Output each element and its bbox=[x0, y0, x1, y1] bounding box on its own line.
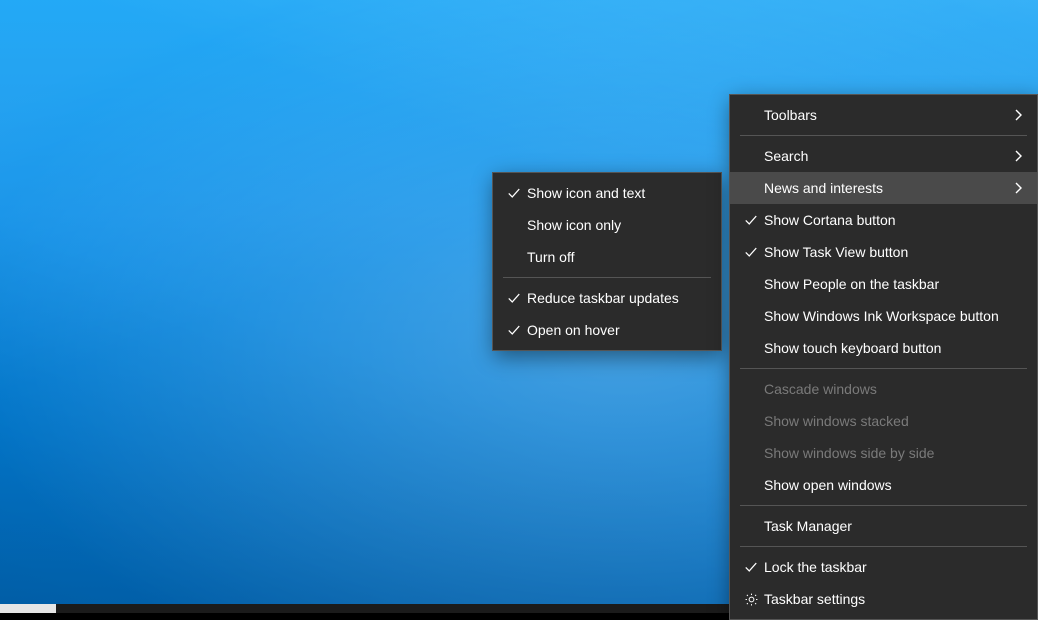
taskbar-menu-item-show-touch-keyboard-button[interactable]: Show touch keyboard button bbox=[730, 332, 1037, 364]
start-button-area[interactable] bbox=[0, 604, 56, 613]
check-icon bbox=[507, 291, 521, 305]
submenu-indicator bbox=[1009, 182, 1023, 194]
taskbar-menu-item-show-task-view-button[interactable]: Show Task View button bbox=[730, 236, 1037, 268]
menu-item-label: Show Windows Ink Workspace button bbox=[764, 308, 1019, 324]
gear-icon bbox=[744, 592, 759, 607]
taskbar-menu-item-show-cortana-button[interactable]: Show Cortana button bbox=[730, 204, 1037, 236]
menu-item-label: News and interests bbox=[764, 180, 1009, 196]
submenu-item-reduce-taskbar-updates[interactable]: Reduce taskbar updates bbox=[493, 282, 721, 314]
menu-item-label: Show open windows bbox=[764, 477, 1009, 493]
menu-item-label: Show windows stacked bbox=[764, 413, 1009, 429]
menu-item-icon-slot bbox=[501, 323, 527, 337]
taskbar-context-menu: Toolbars Search News and interests Show Cor… bbox=[729, 94, 1038, 620]
menu-item-icon-slot bbox=[501, 186, 527, 200]
taskbar-menu-item-toolbars[interactable]: Toolbars bbox=[730, 99, 1037, 131]
menu-item-label: Show Task View button bbox=[764, 244, 1009, 260]
menu-item-label: Turn off bbox=[527, 249, 693, 265]
menu-separator bbox=[740, 135, 1027, 136]
menu-item-label: Reduce taskbar updates bbox=[527, 290, 699, 306]
taskbar-menu-item-lock-the-taskbar[interactable]: Lock the taskbar bbox=[730, 551, 1037, 583]
taskbar-menu-item-task-manager[interactable]: Task Manager bbox=[730, 510, 1037, 542]
menu-separator bbox=[503, 277, 711, 278]
menu-item-icon-slot bbox=[738, 560, 764, 574]
menu-item-label: Taskbar settings bbox=[764, 591, 1009, 607]
menu-item-icon-slot bbox=[738, 245, 764, 259]
news-and-interests-submenu: Show icon and text Show icon only Turn off… bbox=[492, 172, 722, 351]
submenu-indicator bbox=[1009, 150, 1023, 162]
menu-item-icon-slot bbox=[501, 291, 527, 305]
menu-item-label: Search bbox=[764, 148, 1009, 164]
menu-separator bbox=[740, 505, 1027, 506]
chevron-right-icon bbox=[1015, 150, 1023, 162]
submenu-item-show-icon-and-text[interactable]: Show icon and text bbox=[493, 177, 721, 209]
submenu-item-show-icon-only[interactable]: Show icon only bbox=[493, 209, 721, 241]
taskbar-menu-item-show-windows-ink-workspace-button[interactable]: Show Windows Ink Workspace button bbox=[730, 300, 1037, 332]
taskbar-menu-item-show-open-windows[interactable]: Show open windows bbox=[730, 469, 1037, 501]
chevron-right-icon bbox=[1015, 109, 1023, 121]
menu-item-label: Show windows side by side bbox=[764, 445, 1009, 461]
menu-item-label: Toolbars bbox=[764, 107, 1009, 123]
menu-item-label: Show touch keyboard button bbox=[764, 340, 1009, 356]
taskbar-menu-item-show-people-on-the-taskbar[interactable]: Show People on the taskbar bbox=[730, 268, 1037, 300]
menu-item-label: Show Cortana button bbox=[764, 212, 1009, 228]
menu-item-label: Cascade windows bbox=[764, 381, 1009, 397]
taskbar-menu-item-search[interactable]: Search bbox=[730, 140, 1037, 172]
submenu-item-open-on-hover[interactable]: Open on hover bbox=[493, 314, 721, 346]
menu-item-label: Task Manager bbox=[764, 518, 1009, 534]
menu-item-icon-slot bbox=[738, 592, 764, 607]
check-icon bbox=[744, 213, 758, 227]
menu-item-label: Lock the taskbar bbox=[764, 559, 1009, 575]
taskbar-menu-item-taskbar-settings[interactable]: Taskbar settings bbox=[730, 583, 1037, 615]
check-icon bbox=[744, 245, 758, 259]
menu-item-label: Open on hover bbox=[527, 322, 693, 338]
menu-item-label: Show icon only bbox=[527, 217, 693, 233]
check-icon bbox=[507, 186, 521, 200]
chevron-right-icon bbox=[1015, 182, 1023, 194]
taskbar-menu-item-news-and-interests[interactable]: News and interests bbox=[730, 172, 1037, 204]
check-icon bbox=[744, 560, 758, 574]
taskbar-menu-item-cascade-windows: Cascade windows bbox=[730, 373, 1037, 405]
menu-separator bbox=[740, 546, 1027, 547]
menu-item-label: Show People on the taskbar bbox=[764, 276, 1009, 292]
submenu-item-turn-off[interactable]: Turn off bbox=[493, 241, 721, 273]
taskbar-menu-item-show-windows-side-by-side: Show windows side by side bbox=[730, 437, 1037, 469]
submenu-indicator bbox=[1009, 109, 1023, 121]
taskbar-menu-item-show-windows-stacked: Show windows stacked bbox=[730, 405, 1037, 437]
menu-separator bbox=[740, 368, 1027, 369]
check-icon bbox=[507, 323, 521, 337]
menu-item-label: Show icon and text bbox=[527, 185, 693, 201]
menu-item-icon-slot bbox=[738, 213, 764, 227]
